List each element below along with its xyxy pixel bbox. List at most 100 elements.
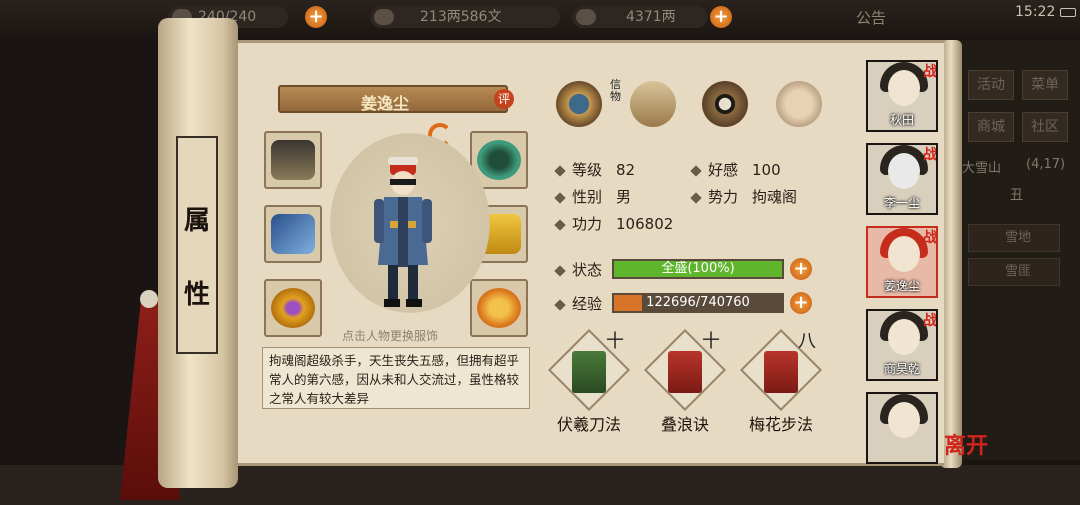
- battery-icon: [1060, 8, 1076, 17]
- tab-token[interactable]: 信物: [552, 77, 621, 131]
- faction-value: 拘魂阁: [752, 188, 798, 206]
- menu-button[interactable]: 菜单: [1022, 70, 1068, 100]
- equip-slot-accessory[interactable]: [470, 279, 528, 337]
- in-battle-mark: 战: [923, 313, 937, 329]
- scroll-title-plate: 属 性: [176, 136, 218, 354]
- rate-button[interactable]: 评: [494, 89, 514, 109]
- skill-3-level: 八: [798, 331, 816, 352]
- money-display: 213两586文: [370, 6, 560, 28]
- skill-2-level: 十: [702, 331, 720, 352]
- status-label: 状态: [572, 261, 603, 279]
- location-snow-bandit[interactable]: 雪匪: [968, 258, 1060, 286]
- stat-favor: 好感 100: [690, 159, 781, 180]
- add-gold-button[interactable]: +: [710, 6, 732, 28]
- status-label-row: 状态: [554, 259, 603, 280]
- portrait-face: [888, 402, 920, 438]
- time-slot: 丑: [1010, 188, 1024, 203]
- scroll-map-icon: [630, 81, 676, 127]
- tassel-bead: [140, 290, 158, 308]
- weapon-icon: [271, 214, 315, 254]
- party-member-3-selected[interactable]: 战 姜逸尘: [866, 226, 938, 298]
- party-member-5[interactable]: [866, 392, 938, 464]
- ring-icon: [271, 288, 315, 328]
- character-bio: 拘魂阁超级杀手，天生丧失五感，但拥有超乎常人的第六感，因从未和人交流过，虽性格较…: [262, 347, 530, 409]
- exp-label: 经验: [572, 295, 603, 313]
- skill-3[interactable]: 八 梅花步法: [738, 328, 824, 441]
- character-sprite[interactable]: [368, 153, 438, 313]
- red-book-icon: [764, 351, 798, 393]
- status-bar: 全盛(100%): [612, 259, 784, 279]
- name-banner: 姜逸尘 评: [278, 85, 514, 113]
- bagua-icon: [702, 81, 748, 127]
- character-name: 姜逸尘: [360, 94, 409, 113]
- add-exp-button[interactable]: +: [790, 292, 812, 314]
- diamond-bullet-icon: [554, 218, 566, 231]
- body-meridian-icon: [776, 81, 822, 127]
- shop-button[interactable]: 商城: [968, 112, 1014, 142]
- faction-label: 势力: [708, 188, 739, 206]
- gloves-icon: [271, 140, 315, 180]
- gender-value: 男: [616, 188, 632, 206]
- change-outfit-hint: 点击人物更换服饰: [342, 329, 439, 343]
- leave-button[interactable]: 离开: [944, 428, 988, 460]
- party-member-name: 姜逸尘: [883, 279, 920, 293]
- stat-level: 等级 82: [554, 159, 635, 180]
- location-snow-bandit-label: 雪匪: [1005, 264, 1032, 279]
- exp-bar-text: 122696/740760: [646, 295, 750, 310]
- scroll-title-char-2: 性: [183, 280, 210, 310]
- diamond-bullet-icon: [554, 164, 566, 177]
- activity-button[interactable]: 活动: [968, 70, 1014, 100]
- in-battle-mark: 战: [923, 230, 937, 246]
- tab-scroll[interactable]: [626, 77, 678, 131]
- skill-2[interactable]: 十 叠浪诀: [642, 328, 728, 441]
- tab-bagua[interactable]: [698, 77, 750, 131]
- party-member-name: 商昊乾: [883, 362, 920, 376]
- power-label: 功力: [572, 215, 603, 233]
- belt-icon: [477, 140, 521, 180]
- add-stamina-button[interactable]: +: [305, 6, 327, 28]
- token-tab-label: 信物: [610, 78, 621, 103]
- equip-slot-ring[interactable]: [264, 279, 322, 337]
- red-book-icon: [668, 351, 702, 393]
- equip-slot-weapon[interactable]: [264, 205, 322, 263]
- accessory-icon: [477, 288, 521, 328]
- gender-label: 性别: [572, 188, 603, 206]
- location-coords: (4,17): [1026, 157, 1066, 172]
- token-hat-icon: [556, 81, 602, 127]
- party-member-1[interactable]: 战 秋田: [866, 60, 938, 132]
- skill-1-name: 伏羲刀法: [556, 415, 621, 434]
- diamond-bullet-icon: [554, 191, 566, 204]
- diamond-bullet-icon: [690, 164, 702, 177]
- party-member-2[interactable]: 战 李一尘: [866, 143, 938, 215]
- skill-1-level: 十: [606, 331, 624, 352]
- clock: 15:22: [1015, 4, 1056, 20]
- portrait-face: [888, 153, 920, 189]
- party-member-4[interactable]: 战 商昊乾: [866, 309, 938, 381]
- gold-display: 4371两: [572, 6, 708, 28]
- skill-1[interactable]: 十 伏羲刀法: [546, 328, 632, 441]
- money-value: 213两586文: [420, 9, 502, 25]
- tab-meridian[interactable]: [772, 77, 824, 131]
- green-book-icon: [572, 351, 606, 393]
- equip-slot-gloves[interactable]: [264, 131, 322, 189]
- portrait-face: [888, 70, 920, 106]
- in-battle-mark: 战: [923, 147, 937, 163]
- location-snowfield[interactable]: 雪地: [968, 224, 1060, 252]
- portrait-face: [888, 236, 920, 272]
- community-button[interactable]: 社区: [1022, 112, 1068, 142]
- coin-icon: [374, 9, 394, 25]
- status-bar-text: 全盛(100%): [661, 261, 735, 276]
- exp-label-row: 经验: [554, 293, 603, 314]
- stat-gender: 性别男: [554, 186, 632, 207]
- scroll-title-char-1: 属: [183, 206, 210, 236]
- exp-bar: 122696/740760: [612, 293, 784, 313]
- skill-3-name: 梅花步法: [748, 415, 813, 434]
- notice-button[interactable]: 公告: [856, 7, 886, 28]
- restore-status-button[interactable]: +: [790, 258, 812, 280]
- scroll-left-roll: 属 性: [158, 18, 238, 488]
- portrait-face: [888, 319, 920, 355]
- party-member-name: 秋田: [889, 113, 914, 127]
- stat-faction: 势力 拘魂阁: [690, 186, 798, 207]
- skill-2-name: 叠浪诀: [660, 415, 709, 434]
- power-value: 106802: [616, 215, 674, 233]
